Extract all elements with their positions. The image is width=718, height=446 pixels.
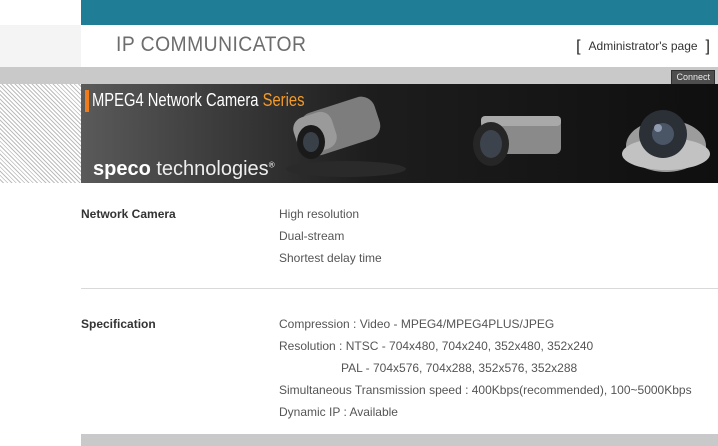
- admin-link-group: [ Administrator's page]: [568, 37, 718, 55]
- spec-item: Dynamic IP : Available: [279, 405, 398, 419]
- section-divider: [81, 288, 718, 289]
- banner-title: MPEG4 Network Camera Series: [92, 90, 305, 110]
- feature-item: Dual-stream: [279, 229, 345, 243]
- bracket-right: ]: [705, 38, 710, 55]
- hatched-side-panel: [0, 84, 81, 183]
- administrator-page-link[interactable]: Administrator's page: [589, 39, 698, 53]
- network-camera-label: Network Camera: [81, 207, 176, 221]
- app-title: IP COMMUNICATOR: [116, 33, 307, 56]
- specification-label: Specification: [81, 317, 156, 331]
- spec-item: Simultaneous Transmission speed : 400Kbp…: [279, 383, 692, 397]
- spec-item: PAL - 704x576, 704x288, 352x576, 352x288: [341, 361, 578, 375]
- toolbar-band: [0, 67, 718, 84]
- banner-accent-stripe: [85, 90, 89, 112]
- dome-camera-image: [622, 110, 710, 172]
- spec-item: Compression : Video - MPEG4/MPEG4PLUS/JP…: [279, 317, 555, 331]
- brand-logo: speco technologies®: [93, 158, 275, 180]
- box-camera-image: [473, 116, 561, 166]
- left-header-strip: [0, 25, 81, 67]
- top-color-bar: [81, 0, 718, 25]
- bracket-left: [: [576, 38, 581, 55]
- spec-item: Resolution : NTSC - 704x480, 704x240, 35…: [279, 339, 594, 353]
- feature-item: Shortest delay time: [279, 251, 382, 265]
- product-banner: MPEG4 Network Camera Series speco techno…: [81, 84, 718, 183]
- feature-item: High resolution: [279, 207, 360, 221]
- footer-bar: [81, 434, 718, 446]
- connect-button[interactable]: Connect: [671, 70, 715, 85]
